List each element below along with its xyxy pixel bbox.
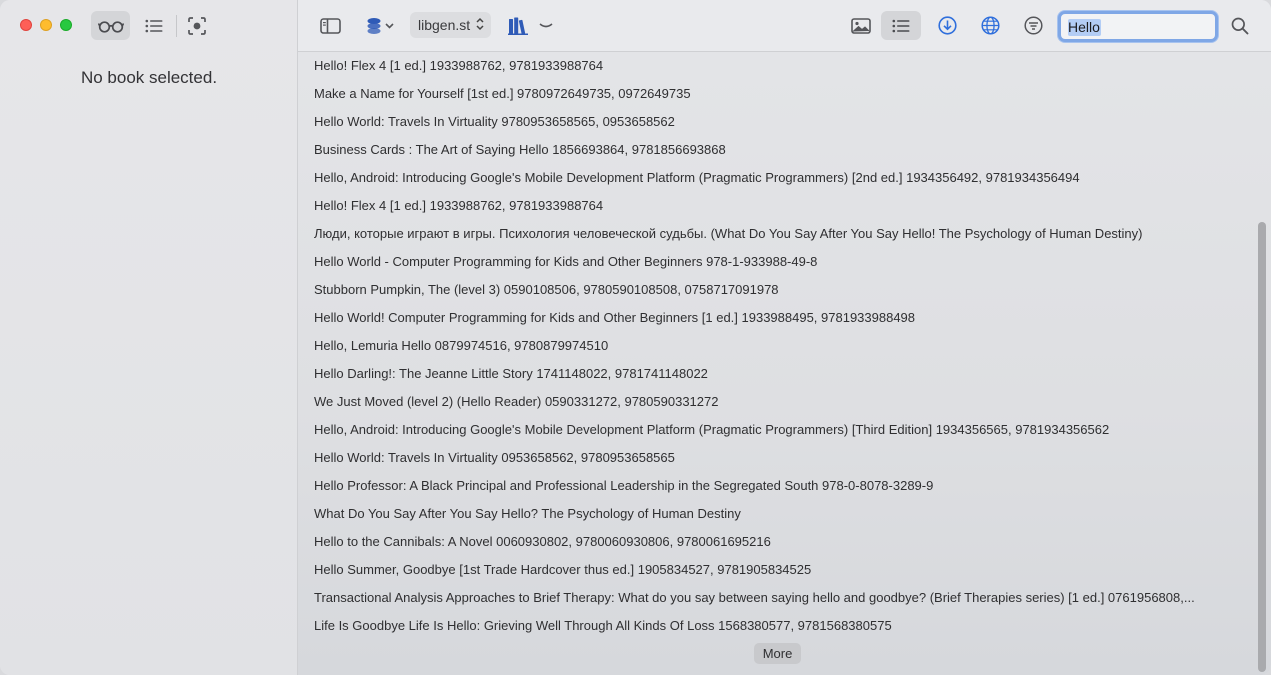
result-row[interactable]: Make a Name for Yourself [1st ed.] 97809… xyxy=(298,80,1243,108)
app-window: No book selected. libgen.st Hello Hello!… xyxy=(0,0,1271,675)
screenshot-button[interactable] xyxy=(184,11,210,40)
result-row[interactable]: Transactional Analysis Approaches to Bri… xyxy=(298,584,1243,612)
source-select[interactable]: libgen.st xyxy=(410,12,491,38)
books-icon xyxy=(508,17,528,35)
more-results-button[interactable]: More xyxy=(754,643,801,664)
download-icon xyxy=(937,16,957,35)
minimize-window-button[interactable] xyxy=(40,19,52,31)
result-row[interactable]: Hello World - Computer Programming for K… xyxy=(298,248,1243,276)
main-panel: libgen.st Hello Hello! Flex 4 [1 ed.] 19… xyxy=(298,0,1271,675)
result-row[interactable]: What Do You Say After You Say Hello? The… xyxy=(298,500,1243,528)
result-row[interactable]: Life Is Goodbye Life Is Hello: Grieving … xyxy=(298,612,1243,640)
search-field[interactable] xyxy=(1058,11,1218,42)
main-toolbar: libgen.st xyxy=(298,0,1271,52)
chevron-down-icon xyxy=(385,22,394,29)
result-row[interactable]: Hello, Android: Introducing Google's Mob… xyxy=(298,416,1243,444)
search-button[interactable] xyxy=(1227,11,1253,40)
downloads-button[interactable] xyxy=(934,11,960,40)
maximize-window-button[interactable] xyxy=(60,19,72,31)
result-row[interactable]: We Just Moved (level 2) (Hello Reader) 0… xyxy=(298,388,1243,416)
sidebar-toolbar xyxy=(0,0,298,52)
screenshot-icon xyxy=(188,16,206,35)
result-row[interactable]: Hello, Android: Introducing Google's Mob… xyxy=(298,164,1243,192)
result-row[interactable]: Hello Summer, Goodbye [1st Trade Hardcov… xyxy=(298,556,1243,584)
table-of-contents-button[interactable] xyxy=(140,11,168,40)
result-row[interactable]: Hello! Flex 4 [1 ed.] 1933988762, 978193… xyxy=(298,192,1243,220)
close-window-button[interactable] xyxy=(20,19,32,31)
result-row[interactable]: Люди, которые играют в игры. Психология … xyxy=(298,220,1243,248)
cover-view-button[interactable] xyxy=(847,11,875,40)
list-icon xyxy=(145,19,163,33)
no-book-selected-message: No book selected. xyxy=(80,68,218,87)
result-row[interactable]: Hello World: Travels In Virtuality 97809… xyxy=(298,108,1243,136)
sidebar: No book selected. xyxy=(0,0,298,675)
mirror-button[interactable] xyxy=(977,11,1003,40)
sidebar-toggle-icon xyxy=(319,17,341,34)
search-icon xyxy=(1231,17,1249,35)
list-view-button[interactable] xyxy=(881,11,921,40)
search-input[interactable] xyxy=(1061,14,1215,39)
result-row[interactable]: Hello World: Travels In Virtuality 09536… xyxy=(298,444,1243,472)
result-row[interactable]: Hello World! Computer Programming for Ki… xyxy=(298,304,1243,332)
library-source-menu-button[interactable] xyxy=(362,11,398,40)
updown-chevron-icon xyxy=(476,16,484,32)
layers-icon xyxy=(366,17,382,35)
library-menu-button[interactable] xyxy=(536,11,556,40)
image-icon xyxy=(851,17,871,34)
source-select-value: libgen.st xyxy=(418,17,471,33)
result-row[interactable]: Hello to the Cannibals: A Novel 00609308… xyxy=(298,528,1243,556)
result-row[interactable]: Hello, Lemuria Hello 0879974516, 9780879… xyxy=(298,332,1243,360)
search-results-list: Hello! Flex 4 [1 ed.] 1933988762, 978193… xyxy=(298,52,1258,642)
result-row[interactable]: Stubborn Pumpkin, The (level 3) 05901085… xyxy=(298,276,1243,304)
library-button[interactable] xyxy=(505,11,531,40)
result-row[interactable]: Hello! Flex 4 [1 ed.] 1933988762, 978193… xyxy=(298,52,1243,80)
filter-button[interactable] xyxy=(1020,11,1046,40)
result-row[interactable]: Business Cards : The Art of Saying Hello… xyxy=(298,136,1243,164)
scrollbar-thumb[interactable] xyxy=(1258,222,1266,672)
chevron-icon xyxy=(539,22,553,30)
reader-view-button[interactable] xyxy=(91,11,130,40)
filter-icon xyxy=(1023,16,1043,35)
result-row[interactable]: Hello Darling!: The Jeanne Little Story … xyxy=(298,360,1243,388)
toolbar-divider xyxy=(176,15,177,37)
result-row[interactable]: Hello Professor: A Black Principal and P… xyxy=(298,472,1243,500)
glasses-icon xyxy=(97,19,124,33)
globe-icon xyxy=(980,16,1000,35)
list-view-icon xyxy=(892,19,910,33)
toggle-sidebar-button[interactable] xyxy=(316,11,344,40)
